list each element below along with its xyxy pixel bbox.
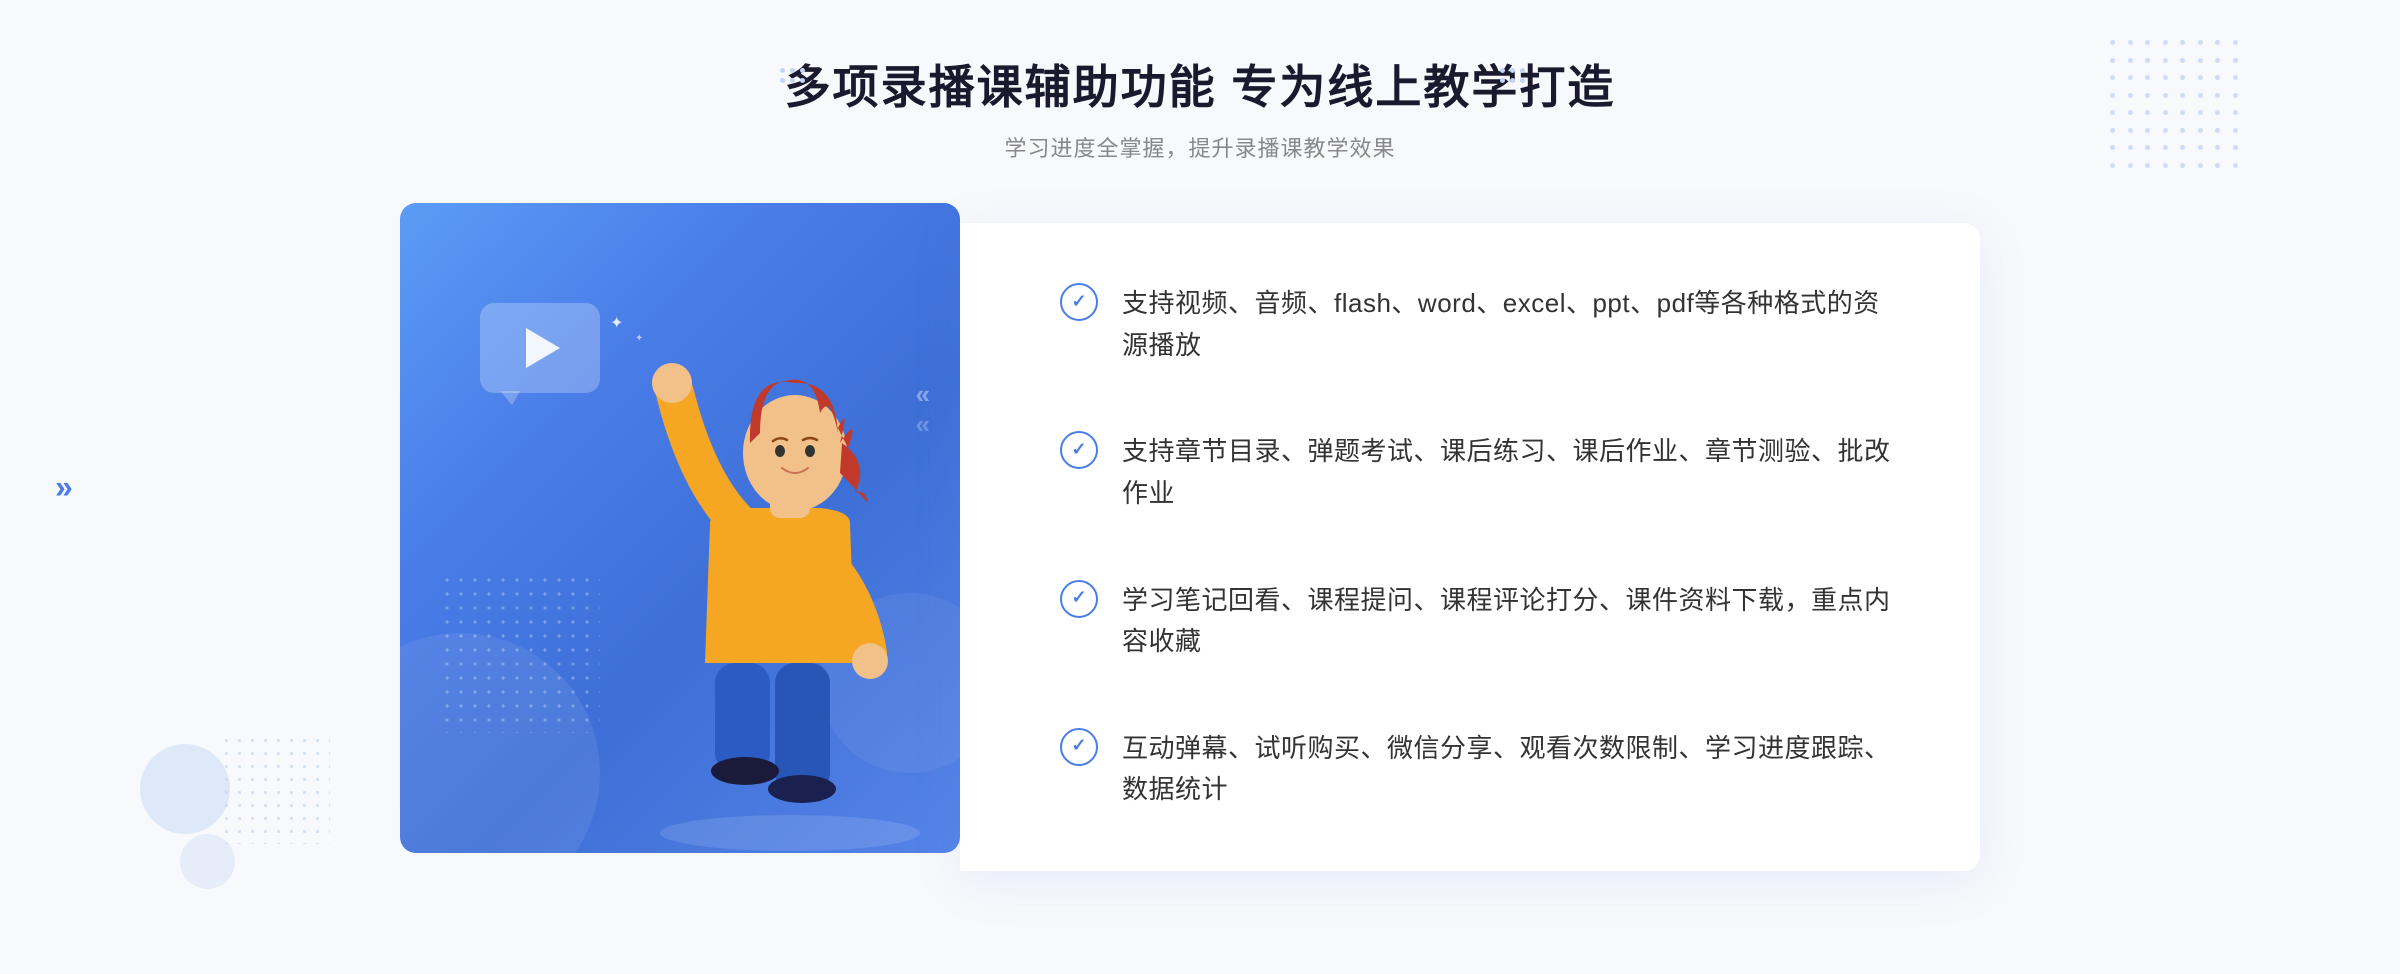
- check-icon-3: ✓: [1060, 580, 1098, 618]
- bottom-left-circle-large: [140, 744, 230, 834]
- check-icon-4: ✓: [1060, 728, 1098, 766]
- check-icon-1: ✓: [1060, 283, 1098, 321]
- main-title: 多项录播课辅助功能 专为线上教学打造: [0, 60, 2400, 115]
- main-content: « « ✦ ✦: [400, 203, 2000, 883]
- page-container: » 多项录播课辅助功能 专为线上教学打造 学习进度全掌握，提升录播课教学效果: [0, 0, 2400, 974]
- feature-item-1: ✓ 支持视频、音频、flash、word、excel、ppt、pdf等各种格式的…: [1060, 283, 1900, 366]
- left-panel: « « ✦ ✦: [400, 203, 980, 883]
- person-illustration: [620, 273, 960, 853]
- right-panel: ✓ 支持视频、音频、flash、word、excel、ppt、pdf等各种格式的…: [960, 223, 1980, 871]
- check-icon-2: ✓: [1060, 431, 1098, 469]
- sub-title: 学习进度全掌握，提升录播课教学效果: [0, 131, 2400, 163]
- bottom-dots-pattern: [220, 734, 330, 844]
- play-button-area: [480, 303, 600, 403]
- header-dots-left: [780, 68, 805, 83]
- feature-text-4: 互动弹幕、试听购买、微信分享、观看次数限制、学习进度跟踪、数据统计: [1122, 728, 1900, 811]
- image-card: « « ✦ ✦: [400, 203, 960, 853]
- left-arrow-decoration: »: [55, 469, 73, 506]
- feature-item-2: ✓ 支持章节目录、弹题考试、课后练习、课后作业、章节测验、批改作业: [1060, 431, 1900, 514]
- feature-text-1: 支持视频、音频、flash、word、excel、ppt、pdf等各种格式的资源…: [1122, 283, 1900, 366]
- play-icon: [526, 328, 560, 368]
- header-section: 多项录播课辅助功能 专为线上教学打造 学习进度全掌握，提升录播课教学效果: [0, 0, 2400, 163]
- card-dots-pattern: [440, 573, 600, 733]
- speech-bubble: [480, 303, 600, 393]
- header-dots-right: [1500, 68, 1525, 83]
- feature-item-3: ✓ 学习笔记回看、课程提问、课程评论打分、课件资料下载，重点内容收藏: [1060, 580, 1900, 663]
- feature-text-2: 支持章节目录、弹题考试、课后练习、课后作业、章节测验、批改作业: [1122, 431, 1900, 514]
- feature-item-4: ✓ 互动弹幕、试听购买、微信分享、观看次数限制、学习进度跟踪、数据统计: [1060, 728, 1900, 811]
- feature-text-3: 学习笔记回看、课程提问、课程评论打分、课件资料下载，重点内容收藏: [1122, 580, 1900, 663]
